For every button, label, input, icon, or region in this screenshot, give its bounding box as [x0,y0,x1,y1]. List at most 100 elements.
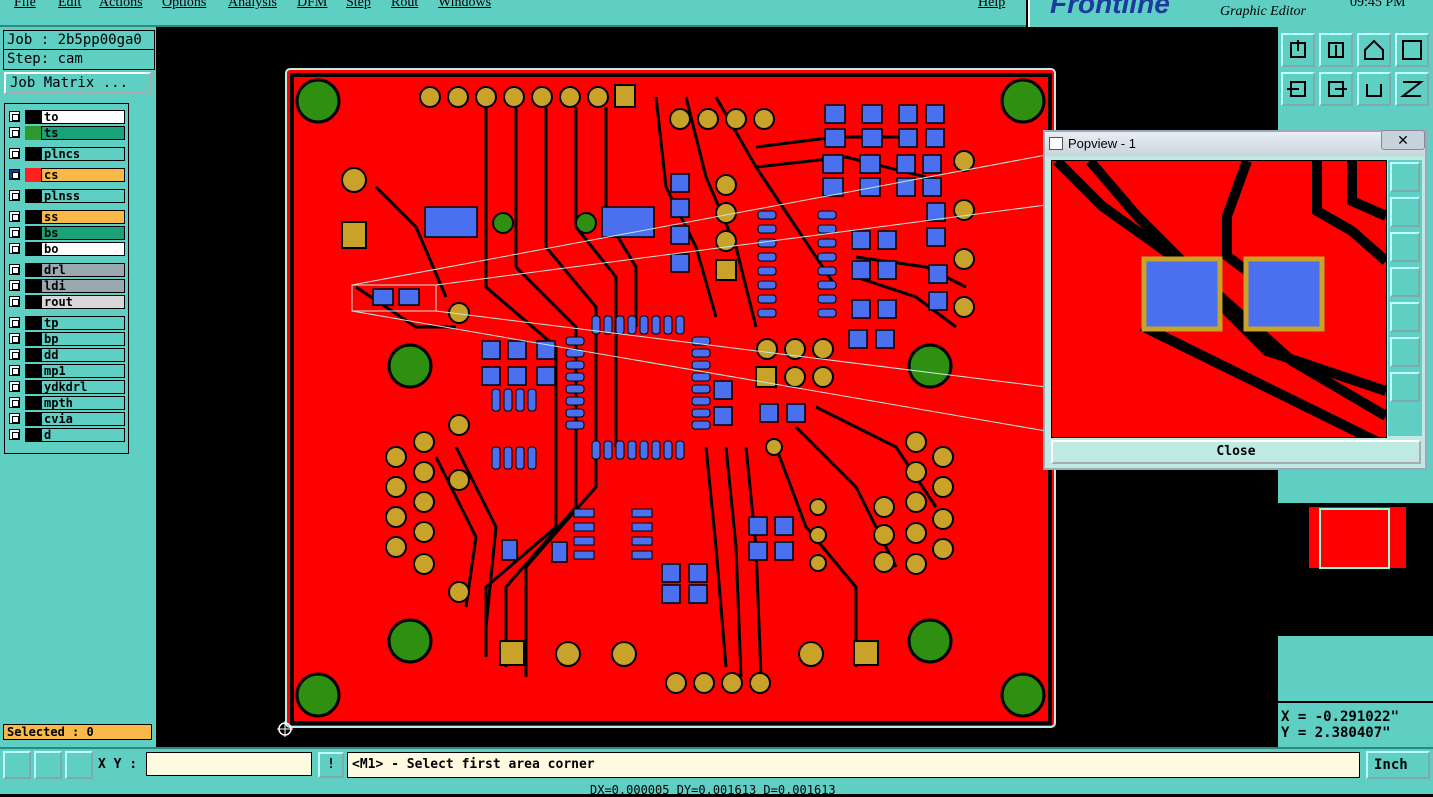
layer-checkbox[interactable] [9,333,20,344]
layer-row-ts[interactable]: ts [7,126,125,141]
layer-color-swatch[interactable] [25,412,41,426]
unit-selector[interactable]: Inch [1366,751,1430,779]
layer-name[interactable]: dd [41,348,125,362]
menu-step[interactable]: Step [346,0,371,11]
layer-checkbox[interactable] [9,190,20,201]
layer-color-swatch[interactable] [25,110,41,124]
layer-checkbox[interactable] [9,148,20,159]
menu-options[interactable]: Options [162,0,206,11]
layer-checkbox[interactable] [9,429,20,440]
layer-color-swatch[interactable] [25,168,41,182]
layer-checkbox[interactable] [9,381,20,392]
layer-color-swatch[interactable] [25,210,41,224]
layer-row-mpth[interactable]: mpth [7,396,125,411]
tool-zoom-home-icon[interactable] [1281,33,1315,67]
layer-name[interactable]: plncs [41,147,125,161]
layer-row-ldi[interactable]: ldi [7,279,125,294]
layer-checkbox[interactable] [9,280,20,291]
popview-center-icon[interactable] [1390,372,1420,402]
tool-home-icon[interactable] [1357,33,1391,67]
layer-row-bs[interactable]: bs [7,226,125,241]
layer-row-rout[interactable]: rout [7,295,125,310]
layer-name[interactable]: drl [41,263,125,277]
layer-row-bp[interactable]: bp [7,332,125,347]
layer-color-swatch[interactable] [25,279,41,293]
menu-dfm[interactable]: DFM [297,0,327,11]
layer-name[interactable]: ts [41,126,125,140]
popview-right-icon[interactable] [1390,302,1420,332]
layer-name[interactable]: d [41,428,125,442]
alert-icon[interactable]: ! [318,752,344,778]
layer-row-plncs[interactable]: plncs [7,147,125,162]
tool-rotate-icon[interactable] [1357,72,1391,106]
layer-color-swatch[interactable] [25,242,41,256]
layer-row-ss[interactable]: ss [7,210,125,225]
layer-name[interactable]: ldi [41,279,125,293]
layer-color-swatch[interactable] [25,428,41,442]
overview-viewport[interactable] [1319,508,1390,569]
menu-actions[interactable]: Actions [99,0,143,11]
layer-row-d[interactable]: d [7,428,125,443]
layer-name[interactable]: cs [41,168,125,182]
layer-color-swatch[interactable] [25,189,41,203]
layer-name[interactable]: plnss [41,189,125,203]
layer-name[interactable]: ydkdrl [41,380,125,394]
menu-edit[interactable]: Edit [58,0,81,11]
layer-checkbox[interactable] [9,296,20,307]
menu-windows[interactable]: Windows [438,0,491,11]
snap-icon[interactable] [3,751,31,779]
layer-name[interactable]: bp [41,332,125,346]
layer-row-to[interactable]: to [7,110,125,125]
layer-row-bo[interactable]: bo [7,242,125,257]
overview-map[interactable] [1278,502,1433,636]
layer-row-plnss[interactable]: plnss [7,189,125,204]
layer-checkbox[interactable] [9,211,20,222]
layer-color-swatch[interactable] [25,380,41,394]
measure-icon[interactable] [34,751,62,779]
layer-color-swatch[interactable] [25,348,41,362]
popview-down-icon[interactable] [1390,232,1420,262]
layer-checkbox[interactable] [9,413,20,424]
layer-color-swatch[interactable] [25,396,41,410]
layer-name[interactable]: ss [41,210,125,224]
layer-checkbox[interactable] [9,349,20,360]
job-matrix-button[interactable]: Job Matrix ... [4,72,151,94]
tool-pan-right-icon[interactable] [1319,72,1353,106]
tool-pan-down-icon[interactable] [1319,33,1353,67]
layer-checkbox[interactable] [9,397,20,408]
layer-color-swatch[interactable] [25,295,41,309]
tool-route-icon[interactable] [1395,72,1429,106]
layer-color-swatch[interactable] [25,364,41,378]
layer-color-swatch[interactable] [25,126,41,140]
layer-row-dd[interactable]: dd [7,348,125,363]
tool-xy-icon[interactable] [1395,33,1429,67]
layer-row-tp[interactable]: tp [7,316,125,331]
grid-icon[interactable] [65,751,93,779]
layer-row-ydkdrl[interactable]: ydkdrl [7,380,125,395]
layer-checkbox[interactable] [9,169,20,180]
layer-checkbox[interactable] [9,317,20,328]
menu-rout[interactable]: Rout [391,0,418,11]
popview-titlebar[interactable]: Popview - 1 ✕ [1045,130,1425,156]
layer-row-mp1[interactable]: mp1 [7,364,125,379]
layer-checkbox[interactable] [9,127,20,138]
menu-analysis[interactable]: Analysis [228,0,277,11]
layer-checkbox[interactable] [9,227,20,238]
layer-row-drl[interactable]: drl [7,263,125,278]
layer-color-swatch[interactable] [25,147,41,161]
layer-checkbox[interactable] [9,111,20,122]
popview-left-icon[interactable] [1390,267,1420,297]
layer-name[interactable]: bo [41,242,125,256]
popview-zoom-icon[interactable] [1390,162,1420,192]
popview-close-button[interactable]: Close [1051,440,1421,464]
layer-checkbox[interactable] [9,243,20,254]
layer-row-cs[interactable]: cs [7,168,125,183]
layer-color-swatch[interactable] [25,332,41,346]
layer-color-swatch[interactable] [25,316,41,330]
layer-row-cvia[interactable]: cvia [7,412,125,427]
menu-help[interactable]: Help [978,0,1005,11]
layer-name[interactable]: cvia [41,412,125,426]
layer-name[interactable]: mpth [41,396,125,410]
layer-checkbox[interactable] [9,264,20,275]
layer-name[interactable]: mp1 [41,364,125,378]
